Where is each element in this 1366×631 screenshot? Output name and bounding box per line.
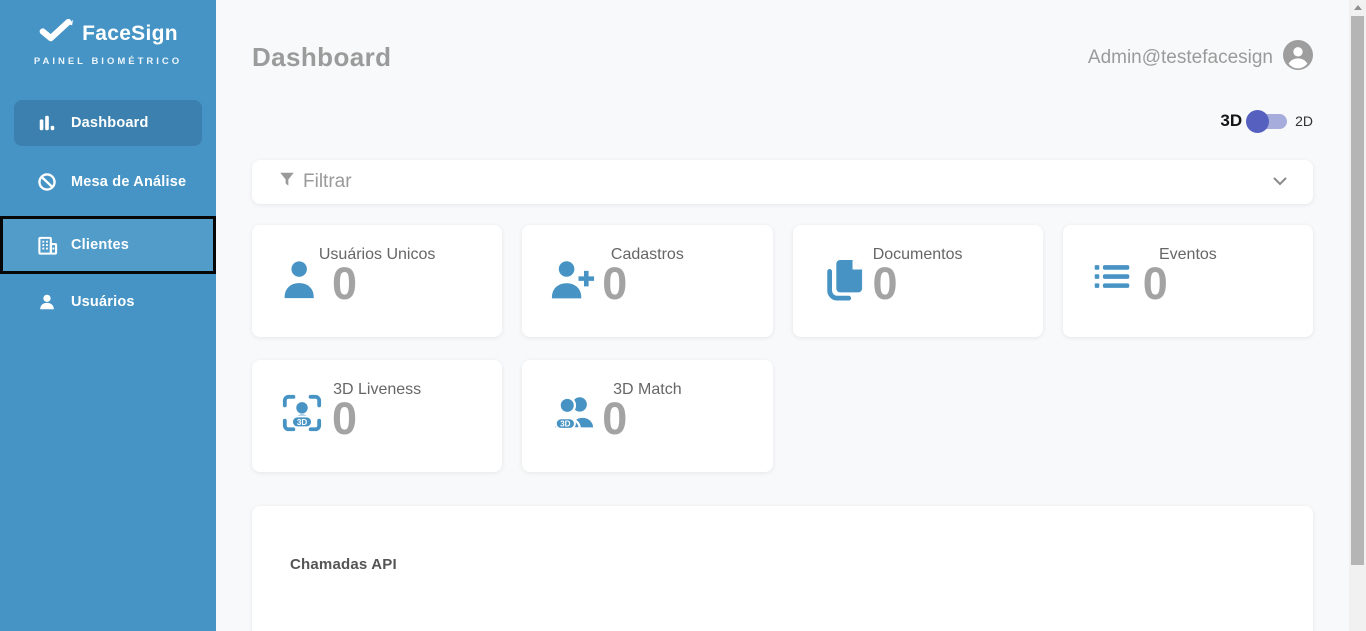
stat-card-eventos: Eventos 0 xyxy=(1063,225,1313,337)
sidebar-item-mesa-de-analise[interactable]: Mesa de Análise xyxy=(0,160,216,204)
sidebar-menu: Dashboard Mesa de Análise xyxy=(0,100,216,336)
user-icon xyxy=(281,257,321,308)
avatar-icon[interactable] xyxy=(1283,40,1313,75)
mode-2d-label: 2D xyxy=(1295,113,1313,129)
facesign-check-icon xyxy=(38,18,74,49)
filter-label: Filtrar xyxy=(303,171,352,193)
stat-value: 0 xyxy=(1143,261,1168,306)
page-title: Dashboard xyxy=(252,42,391,73)
person-icon xyxy=(36,292,58,312)
stat-card-usuarios-unicos: Usuários Unicos 0 xyxy=(252,225,502,337)
badge-3d-text: 3D xyxy=(297,418,308,427)
list-icon xyxy=(1092,257,1132,302)
filter-bar[interactable]: Filtrar xyxy=(252,160,1313,204)
logo-subtitle: PAINEL BIOMÉTRICO xyxy=(0,56,216,67)
username: Admin@testefacesign xyxy=(1088,47,1273,69)
filter-funnel-icon xyxy=(278,170,296,194)
stat-value: 0 xyxy=(332,261,357,306)
mode-toggle: 3D 2D xyxy=(252,111,1313,131)
stat-value: 0 xyxy=(332,396,357,441)
sidebar: FaceSign PAINEL BIOMÉTRICO Dashboard xyxy=(0,0,216,631)
mode-toggle-switch[interactable] xyxy=(1250,114,1287,129)
stat-card-3d-liveness: 3D Liveness 3D 0 xyxy=(252,360,502,472)
api-calls-panel: Chamadas API xyxy=(252,506,1313,631)
api-panel-title: Chamadas API xyxy=(290,556,1313,573)
stat-card-3d-match: 3D Match 3D 0 xyxy=(522,360,772,472)
sidebar-item-clientes[interactable]: Clientes xyxy=(0,216,216,274)
sidebar-item-label: Usuários xyxy=(71,294,135,310)
main-content: Dashboard Admin@testefacesign 3D 2D Filt… xyxy=(216,0,1349,631)
badge-3d-text: 3D xyxy=(560,419,571,428)
scroll-up-button[interactable] xyxy=(1349,0,1366,15)
documents-icon xyxy=(822,257,864,308)
scroll-up-arrow-icon xyxy=(1354,5,1362,10)
user-menu[interactable]: Admin@testefacesign xyxy=(1088,40,1313,75)
stat-card-documentos: Documentos 0 xyxy=(793,225,1043,337)
stat-value: 0 xyxy=(602,261,627,306)
stat-card-cadastros: Cadastros 0 xyxy=(522,225,772,337)
face-scan-3d-icon: 3D xyxy=(281,392,323,441)
chevron-down-icon[interactable] xyxy=(1273,173,1287,191)
sidebar-item-label: Clientes xyxy=(71,237,129,253)
people-3d-icon: 3D xyxy=(551,392,595,441)
building-icon xyxy=(36,235,58,256)
sidebar-item-usuarios[interactable]: Usuários xyxy=(0,280,216,324)
logo-title: FaceSign xyxy=(82,22,178,46)
sidebar-item-label: Dashboard xyxy=(71,115,149,131)
user-plus-icon xyxy=(551,257,595,308)
page-header: Dashboard Admin@testefacesign xyxy=(252,40,1313,75)
toggle-knob[interactable] xyxy=(1246,110,1269,133)
bar-chart-icon xyxy=(36,113,58,133)
stat-value: 0 xyxy=(873,261,898,306)
scrollbar-thumb[interactable] xyxy=(1351,16,1364,565)
block-icon xyxy=(36,172,58,192)
sidebar-item-dashboard[interactable]: Dashboard xyxy=(14,100,202,146)
stat-cards-grid: Usuários Unicos 0 Cadastros 0 Docum xyxy=(252,225,1313,472)
vertical-scrollbar[interactable] xyxy=(1349,0,1366,631)
stat-value: 0 xyxy=(602,396,627,441)
sidebar-item-label: Mesa de Análise xyxy=(71,174,186,190)
logo: FaceSign PAINEL BIOMÉTRICO xyxy=(0,0,216,67)
mode-3d-label: 3D xyxy=(1220,111,1242,131)
